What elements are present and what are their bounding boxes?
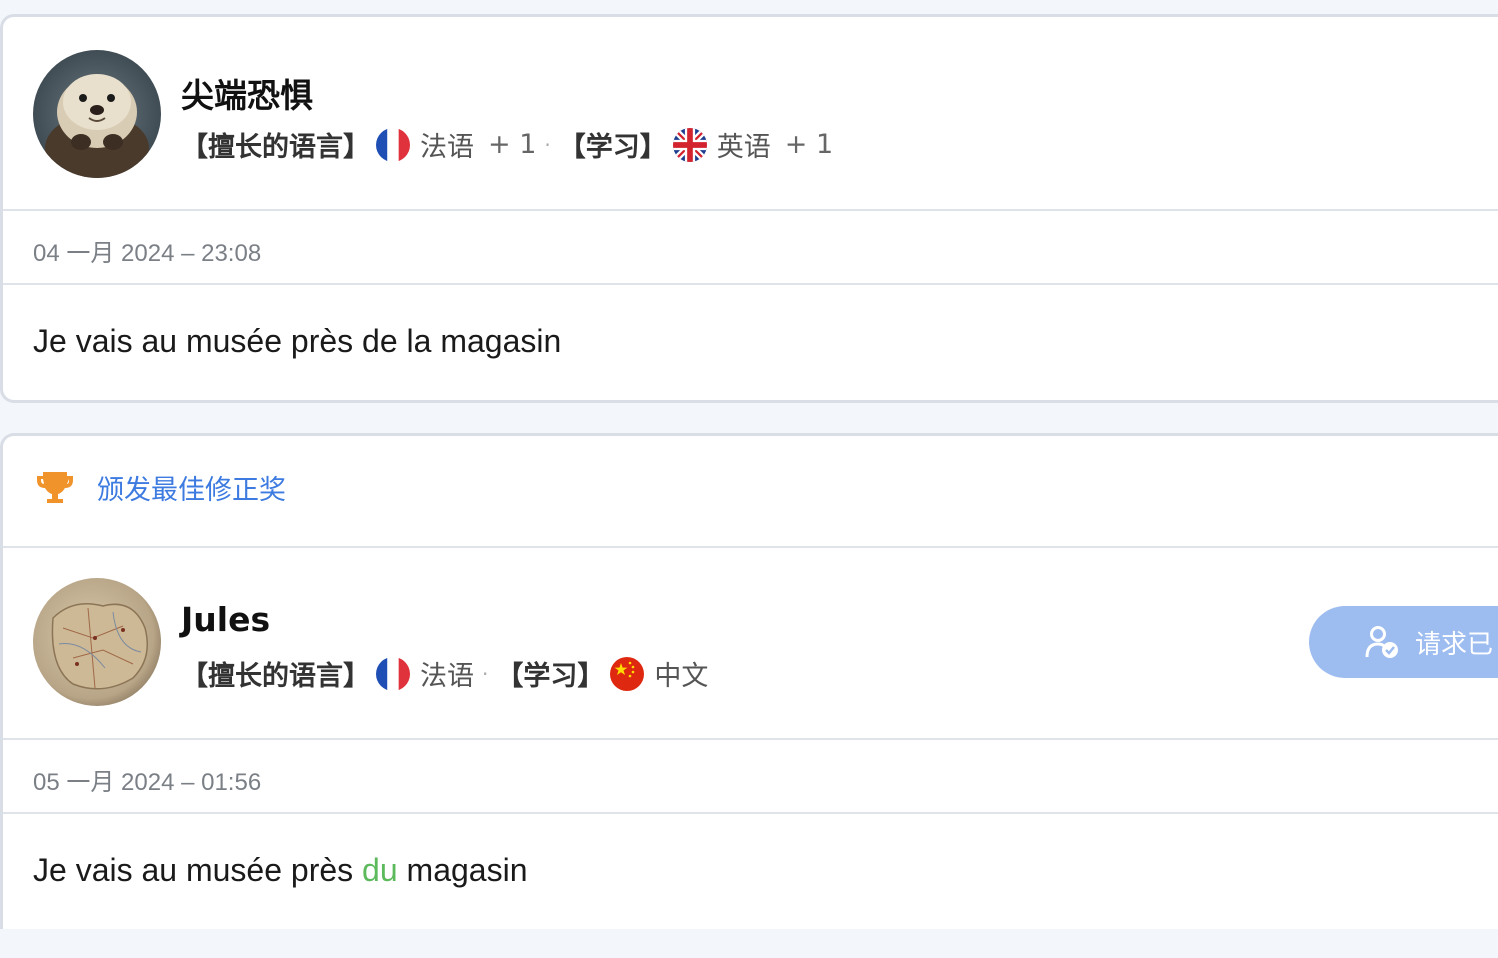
china-flag-icon <box>610 656 645 691</box>
learning-language: 中文 <box>654 661 709 692</box>
learning-language: 英语 <box>716 132 771 163</box>
trophy-icon <box>37 471 73 503</box>
sentence-part: magasin <box>397 852 528 888</box>
france-flag-icon <box>376 127 410 162</box>
correction-card: 颁发最佳修正奖 Jules 【擅长的语言】 法语 · 【学习】 中文 请求已 0… <box>0 433 1498 929</box>
native-language-label: 【擅长的语言】 <box>181 661 370 692</box>
separator-dot: · <box>544 132 551 157</box>
divider <box>3 209 1498 211</box>
username[interactable]: Jules <box>181 600 270 639</box>
username[interactable]: 尖端恐惧 <box>181 69 313 117</box>
sentence-part: Je vais au musée près <box>33 852 363 888</box>
post-date: 05 一月 2024 – 01:56 <box>33 769 262 796</box>
divider <box>3 283 1498 285</box>
friend-request-label: 请求已 <box>1415 629 1494 660</box>
corrected-sentence: Je vais au musée près du magasin <box>33 852 527 889</box>
avatar[interactable] <box>33 578 161 706</box>
native-language: 法语 <box>420 132 474 163</box>
award-link[interactable]: 颁发最佳修正奖 <box>97 468 286 507</box>
learning-language-label: 【学习】 <box>496 661 605 692</box>
learning-language-label: 【学习】 <box>558 132 667 163</box>
divider <box>3 738 1498 740</box>
learning-language-more[interactable]: + 1 <box>785 129 833 160</box>
correction-highlight: du <box>362 852 398 888</box>
native-language-more[interactable]: + 1 <box>488 129 536 160</box>
post-card: 尖端恐惧 【擅长的语言】 法语 + 1 · 【学习】 英语 + 1 04 一月 … <box>0 14 1498 403</box>
original-sentence: Je vais au musée près de la magasin <box>33 323 562 359</box>
language-info: 【擅长的语言】 法语 + 1 · 【学习】 英语 + 1 <box>181 125 833 164</box>
post-date: 04 一月 2024 – 23:08 <box>33 240 262 267</box>
uk-flag-icon <box>672 127 707 162</box>
best-correction-award[interactable]: 颁发最佳修正奖 <box>35 468 286 507</box>
native-language: 法语 <box>420 661 474 692</box>
avatar[interactable] <box>33 50 161 178</box>
france-flag-icon <box>376 656 410 691</box>
divider <box>3 546 1498 548</box>
user-check-icon <box>1365 626 1398 658</box>
divider <box>3 812 1498 814</box>
native-language-label: 【擅长的语言】 <box>181 132 370 163</box>
friend-request-button[interactable]: 请求已 <box>1309 606 1498 678</box>
separator-dot: · <box>482 661 489 686</box>
language-info: 【擅长的语言】 法语 · 【学习】 中文 <box>181 654 708 693</box>
